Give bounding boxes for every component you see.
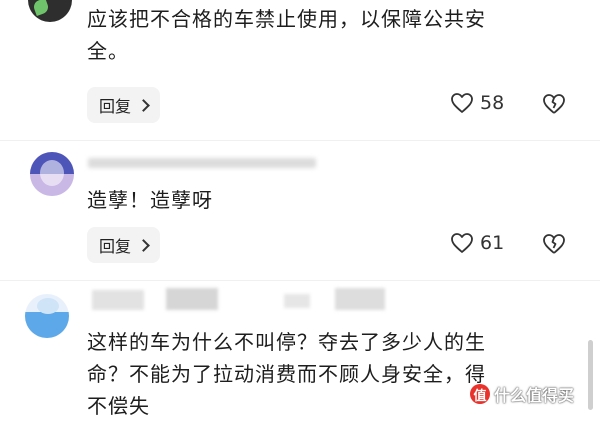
avatar-shape bbox=[40, 160, 64, 186]
heart-icon bbox=[450, 92, 474, 114]
broken-heart-icon bbox=[542, 233, 566, 255]
chevron-right-icon bbox=[137, 238, 150, 252]
comment-text: 这样的车为什么不叫停？夺去了多少人的生 命？不能为了拉动消费而不顾人身安全，得 … bbox=[87, 326, 486, 422]
comment-line: 这样的车为什么不叫停？夺去了多少人的生 bbox=[87, 330, 486, 354]
avatar[interactable] bbox=[30, 152, 74, 196]
comment-line: 应该把不合格的车禁止使用，以保障公共安 bbox=[87, 7, 486, 31]
like-count: 61 bbox=[480, 232, 505, 254]
divider bbox=[0, 280, 600, 281]
reply-button[interactable]: 回复 bbox=[87, 227, 161, 263]
comment-text: 造孽！造孽呀 bbox=[87, 184, 213, 216]
comment-text: 应该把不合格的车禁止使用，以保障公共安 全。 bbox=[87, 3, 486, 67]
reply-button[interactable]: 回复 bbox=[87, 87, 161, 123]
avatar[interactable] bbox=[28, 0, 72, 22]
smzdm-logo-icon: 值 bbox=[470, 384, 490, 404]
comment-line: 全。 bbox=[87, 39, 129, 63]
watermark: 值 什么值得买 bbox=[470, 382, 574, 406]
username-blurred bbox=[92, 290, 144, 310]
dislike-button[interactable] bbox=[542, 93, 566, 115]
avatar[interactable] bbox=[25, 294, 69, 338]
dislike-button[interactable] bbox=[542, 233, 566, 255]
heart-icon bbox=[450, 232, 474, 254]
reply-label: 回复 bbox=[99, 237, 132, 256]
comment-line: 命？不能为了拉动消费而不顾人身安全，得 bbox=[87, 362, 486, 386]
watermark-text: 什么值得买 bbox=[494, 386, 575, 405]
username-blurred bbox=[335, 288, 385, 310]
username-blurred bbox=[88, 158, 316, 168]
chevron-right-icon bbox=[137, 98, 150, 112]
reply-label: 回复 bbox=[99, 97, 132, 116]
like-button[interactable]: 58 bbox=[450, 92, 504, 114]
like-button[interactable]: 61 bbox=[450, 232, 504, 254]
comment-line: 不偿失 bbox=[87, 394, 150, 418]
username-blurred bbox=[284, 294, 310, 308]
broken-heart-icon bbox=[542, 93, 566, 115]
leaf-icon bbox=[32, 0, 50, 16]
avatar-band bbox=[25, 312, 69, 338]
like-count: 58 bbox=[480, 92, 505, 114]
avatar-shape bbox=[37, 298, 59, 314]
comment-line: 造孽！造孽呀 bbox=[87, 188, 213, 212]
scrollbar[interactable] bbox=[588, 340, 593, 410]
divider bbox=[0, 140, 600, 141]
username-blurred bbox=[166, 288, 218, 310]
